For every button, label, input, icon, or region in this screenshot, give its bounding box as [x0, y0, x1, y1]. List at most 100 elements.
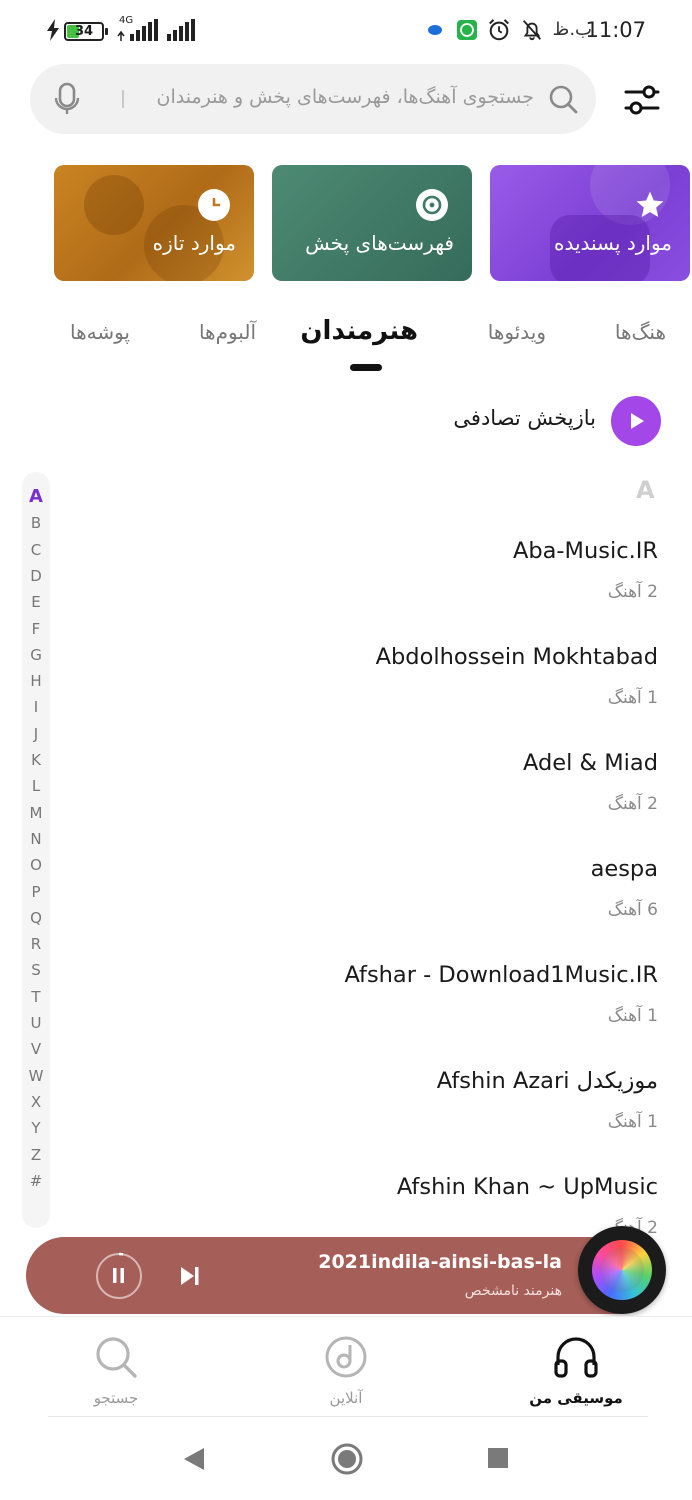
shuffle-play-label[interactable]: بازپخش تصادفی — [453, 406, 596, 430]
tab-songs[interactable]: هنگ‌ها — [615, 320, 666, 344]
card-decoration — [550, 165, 670, 281]
alphabet-letter[interactable]: M — [22, 804, 50, 822]
alphabet-letter[interactable]: F — [22, 620, 50, 638]
tab-videos[interactable]: ویدئوها — [488, 320, 546, 344]
system-navigation-bar — [0, 1418, 692, 1500]
alphabet-letter[interactable]: K — [22, 751, 50, 769]
alphabet-letter[interactable]: P — [22, 883, 50, 901]
nav-search[interactable]: جستجو — [56, 1335, 176, 1407]
card-label: موارد پسندیده — [553, 231, 672, 255]
play-icon — [631, 413, 644, 429]
song-count: 1 آهنگ — [607, 1006, 658, 1026]
nav-online[interactable]: آنلاین — [286, 1335, 406, 1407]
alphabet-letter[interactable]: L — [22, 777, 50, 795]
search-bar[interactable]: جستجوی آهنگ‌ها، فهرست‌های پخش و هنرمندان — [30, 64, 596, 134]
alphabet-letter[interactable]: X — [22, 1093, 50, 1111]
alphabet-letter[interactable]: V — [22, 1040, 50, 1058]
category-tabs: هنگ‌ها ویدئوها هنرمندان آلبوم‌ها پوشه‌ها — [0, 316, 692, 356]
battery-indicator: 34 — [64, 22, 108, 41]
alphabet-letter[interactable]: A — [22, 486, 50, 507]
artist-name: Afshar - Download1Music.IR — [344, 962, 658, 988]
artist-name: Adel & Miad — [523, 750, 658, 776]
signal-2-icon — [167, 19, 195, 41]
music-disc-icon — [416, 189, 448, 221]
song-count: 2 آهنگ — [607, 582, 658, 602]
home-icon[interactable] — [330, 1442, 364, 1476]
artist-name: Afshin Azari موزیکدل — [436, 1068, 658, 1094]
alphabet-letter[interactable]: O — [22, 856, 50, 874]
track-title: 2021indila-ainsi-bas-la — [318, 1251, 562, 1273]
mini-player[interactable]: 2021indila-ainsi-bas-la هنرمند نامشخص — [26, 1237, 654, 1314]
song-count: 6 آهنگ — [607, 900, 658, 920]
pause-button[interactable] — [96, 1252, 142, 1299]
playlists-card[interactable]: فهرست‌های پخش — [272, 165, 472, 281]
message-app-icon — [428, 25, 442, 35]
song-count: 1 آهنگ — [607, 1112, 658, 1132]
next-track-icon[interactable] — [176, 1262, 204, 1290]
alphabet-letter[interactable]: N — [22, 830, 50, 848]
alphabet-letter[interactable]: H — [22, 672, 50, 690]
nav-divider — [48, 1416, 648, 1417]
artist-name: Aba-Music.IR — [512, 538, 658, 564]
alphabet-letter[interactable]: T — [22, 988, 50, 1006]
song-count: 2 آهنگ — [607, 794, 658, 814]
alphabet-letter[interactable]: C — [22, 541, 50, 559]
nav-label: موسیقی من — [529, 1389, 623, 1407]
tab-folders[interactable]: پوشه‌ها — [70, 320, 130, 344]
music-note-circle-icon — [325, 1336, 367, 1378]
alphabet-letter[interactable]: J — [22, 725, 50, 743]
card-label: موارد تازه — [152, 231, 236, 255]
alphabet-letter[interactable]: S — [22, 961, 50, 979]
card-decoration — [84, 175, 224, 281]
alarm-icon — [489, 19, 509, 41]
microphone-icon[interactable] — [54, 82, 80, 116]
nav-my-music[interactable]: موسیقی من — [516, 1335, 636, 1407]
alphabet-index[interactable]: A B C D E F G H I J K L M N O P Q R S T U V W X Y Z # — [22, 472, 50, 1228]
active-tab-indicator — [350, 364, 382, 371]
liked-items-card[interactable]: موارد پسندیده — [490, 165, 690, 281]
alphabet-letter[interactable]: B — [22, 514, 50, 532]
whatsapp-icon — [457, 20, 477, 40]
alphabet-letter[interactable]: I — [22, 698, 50, 716]
alphabet-letter[interactable]: E — [22, 593, 50, 611]
search-divider — [122, 90, 124, 108]
tab-artists[interactable]: هنرمندان — [300, 316, 418, 346]
signal-icon — [117, 19, 158, 41]
recent-items-card[interactable]: موارد تازه — [54, 165, 254, 281]
section-header-letter: A — [636, 476, 655, 504]
clock: 11:07 — [585, 18, 646, 42]
alphabet-letter[interactable]: R — [22, 935, 50, 953]
alphabet-letter[interactable]: D — [22, 567, 50, 585]
recent-apps-icon[interactable] — [487, 1447, 509, 1469]
artist-name: Afshin Khan ~ UpMusic — [396, 1174, 658, 1200]
bottom-navigation: موسیقی من آنلاین جستجو — [0, 1316, 692, 1416]
star-icon — [634, 189, 666, 221]
alphabet-letter[interactable]: W — [22, 1067, 50, 1085]
album-art — [592, 1240, 652, 1300]
track-artist: هنرمند نامشخص — [464, 1283, 562, 1299]
artist-name: aespa — [590, 856, 658, 882]
search-input[interactable]: جستجوی آهنگ‌ها، فهرست‌های پخش و هنرمندان — [157, 86, 534, 108]
status-bar: 34 4G ب.ظ 11:07 — [0, 0, 692, 62]
filter-settings-icon[interactable] — [620, 78, 664, 122]
alphabet-letter[interactable]: Q — [22, 909, 50, 927]
search-icon — [96, 1337, 137, 1378]
alphabet-letter[interactable]: Y — [22, 1119, 50, 1137]
playback-progress-ring — [118, 1252, 124, 1256]
headphones-icon — [554, 1337, 598, 1378]
back-icon[interactable] — [182, 1446, 206, 1472]
clock-icon — [198, 189, 230, 221]
tab-albums[interactable]: آلبوم‌ها — [199, 320, 256, 344]
alphabet-letter[interactable]: # — [22, 1172, 50, 1190]
bell-muted-icon — [523, 20, 541, 41]
search-icon — [549, 85, 578, 114]
nav-label: آنلاین — [329, 1389, 363, 1407]
alphabet-letter[interactable]: U — [22, 1014, 50, 1032]
card-label: فهرست‌های پخش — [305, 231, 454, 255]
artist-name: Abdolhossein Mokhtabad — [375, 644, 658, 670]
shuffle-play-button[interactable] — [611, 396, 661, 446]
alphabet-letter[interactable]: G — [22, 646, 50, 664]
album-art-disc[interactable] — [578, 1226, 666, 1314]
charging-icon — [47, 19, 59, 41]
alphabet-letter[interactable]: Z — [22, 1146, 50, 1164]
